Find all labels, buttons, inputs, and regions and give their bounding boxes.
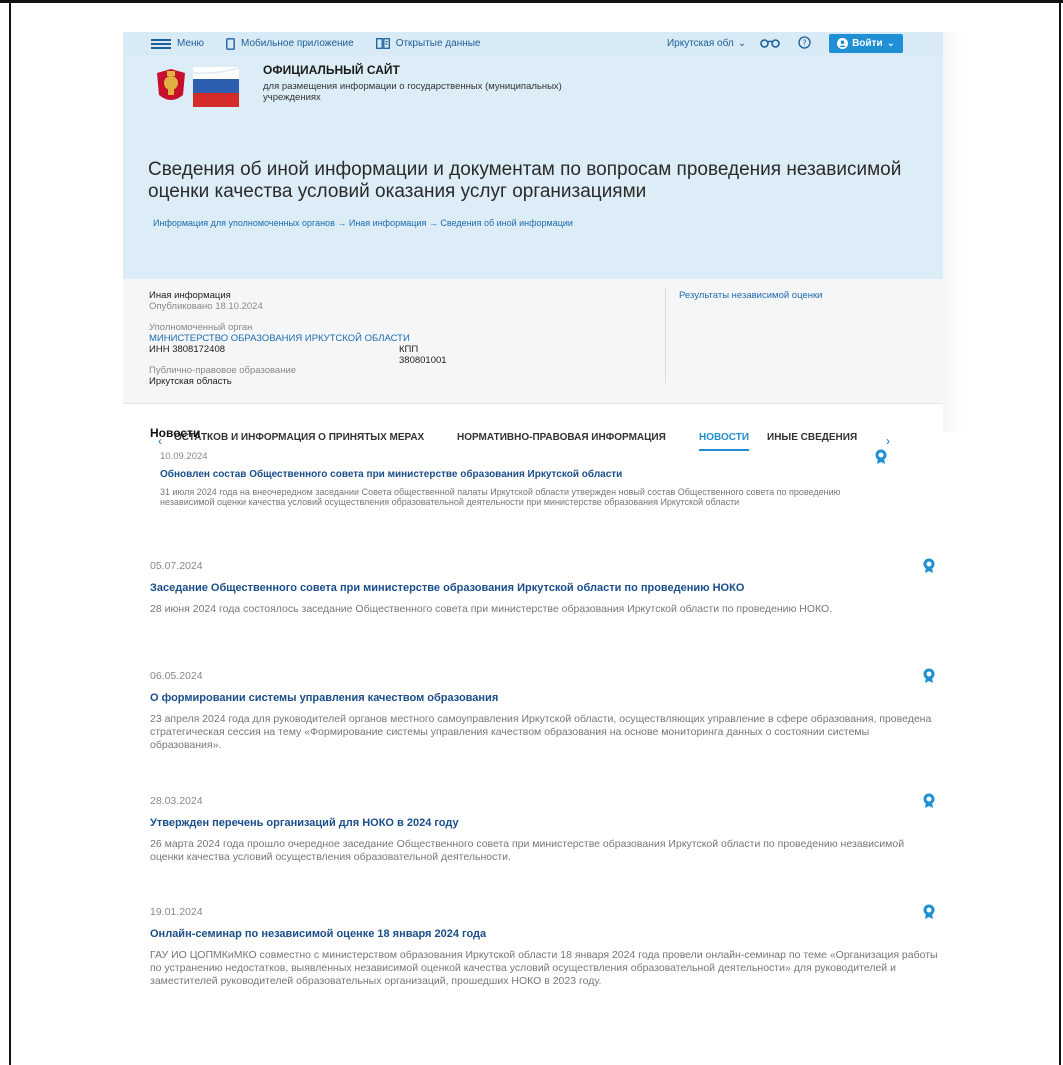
news-text: 28 июня 2024 года состоялось заседание О… (150, 603, 833, 615)
chevron-right-icon[interactable]: › (886, 434, 890, 448)
tab-normative[interactable]: НОРМАТИВНО-ПРАВОВАЯ ИНФОРМАЦИЯ (457, 432, 666, 443)
menu-button[interactable]: Меню (151, 38, 204, 49)
frame-right (1059, 0, 1061, 1065)
news-text: 23 апреля 2024 года для руководителей ор… (150, 713, 932, 751)
news-item: 06.05.2024 О формировании системы управл… (150, 670, 935, 752)
news-title-link[interactable]: Обновлен состав Общественного совета при… (160, 469, 895, 480)
kpp-value: КПП 380801001 (399, 344, 447, 366)
hamburger-icon (151, 38, 171, 49)
open-data-icon (375, 38, 390, 49)
site-subtitle: для размещения информации о государствен… (263, 81, 562, 103)
top-nav: Меню Мобильное приложение Открытые данны… (123, 32, 943, 55)
news-title-link[interactable]: О формировании системы управления качест… (150, 692, 935, 704)
news-item: 10.09.2024 Обновлен состав Общественного… (160, 451, 895, 537)
login-label: Войти (852, 38, 883, 49)
chevron-down-icon: ⌄ (737, 38, 747, 49)
region-selector[interactable]: Иркутская обл ⌄ (667, 38, 746, 49)
news-title-link[interactable]: Онлайн-семинар по независимой оценке 18 … (150, 928, 940, 940)
frame-top (0, 0, 1063, 3)
authority-label: Уполномоченный орган (149, 322, 253, 333)
page: Меню Мобильное приложение Открытые данны… (123, 32, 943, 482)
region-label: Иркутская обл (666, 38, 734, 49)
entity-label: Публично-правовое образование (149, 365, 297, 376)
results-link[interactable]: Результаты независимой оценки (679, 290, 822, 301)
news-text: 26 марта 2024 года прошло очередное засе… (150, 838, 905, 863)
award-badge-icon (923, 904, 935, 919)
site-title: ОФИЦИАЛЬНЫЙ САЙТ (263, 63, 400, 77)
authority-name-link[interactable]: МИНИСТЕРСТВО ОБРАЗОВАНИЯ ИРКУТСКОЙ ОБЛАС… (149, 333, 410, 344)
chevron-down-icon: ⌄ (886, 38, 895, 49)
coat-of-arms-flag-logo (149, 65, 239, 109)
news-date: 05.07.2024 (150, 560, 203, 572)
award-badge-icon (875, 449, 887, 464)
tab-shortcomings[interactable]: ОСТАТКОВ И ИНФОРМАЦИЯ О ПРИНЯТЫХ МЕРАХ (174, 432, 424, 443)
news-item: 05.07.2024 Заседание Общественного совет… (150, 560, 925, 616)
award-badge-icon (923, 668, 935, 683)
news-date: 10.09.2024 (160, 451, 208, 462)
news-item: 19.01.2024 Онлайн-семинар по независимой… (150, 906, 940, 988)
news-date: 06.05.2024 (150, 670, 203, 682)
inn-value: ИНН 3808172408 (149, 344, 226, 355)
info-panel: Иная информация Опубликовано 18.10.2024 … (123, 279, 943, 404)
breadcrumb[interactable]: Информация для уполномоченных органов → … (153, 218, 573, 228)
menu-label: Меню (177, 38, 205, 49)
news-section-title: Новости (150, 426, 201, 440)
news-title-link[interactable]: Заседание Общественного совета при минис… (150, 582, 925, 594)
award-badge-icon (923, 558, 935, 573)
accessibility-glasses-icon[interactable] (760, 36, 780, 51)
info-published: Опубликовано 18.10.2024 (149, 301, 263, 312)
news-text: ГАУ ИО ЦОПМКиМКО совместно с министерств… (150, 949, 938, 987)
header: ОФИЦИАЛЬНЫЙ САЙТ для размещения информац… (123, 55, 943, 279)
tab-other[interactable]: ИНЫЕ СВЕДЕНИЯ (767, 432, 857, 443)
news-text: 31 июля 2024 года на внеочередном заседа… (160, 487, 841, 507)
news-item: 28.03.2024 Утвержден перечень организаци… (150, 795, 925, 864)
tab-news[interactable]: НОВОСТИ (699, 432, 750, 451)
entity-value: Иркутская область (149, 376, 232, 387)
phone-icon (226, 37, 235, 50)
login-button[interactable]: Войти ⌄ (829, 34, 903, 53)
news-date: 28.03.2024 (150, 795, 203, 807)
info-type: Иная информация (149, 290, 231, 301)
news-date: 19.01.2024 (150, 906, 203, 918)
page-shadow (943, 32, 963, 432)
frame-left (9, 0, 11, 1065)
award-badge-icon (923, 793, 935, 808)
info-left: Иная информация Опубликовано 18.10.2024 … (149, 290, 447, 387)
svg-text:?: ? (802, 38, 806, 47)
user-icon (837, 38, 849, 49)
open-data-link[interactable]: Открытые данные (375, 38, 481, 49)
mobile-app-label: Мобильное приложение (241, 38, 354, 49)
help-icon[interactable]: ? (798, 35, 811, 52)
open-data-label: Открытые данные (395, 38, 481, 49)
info-divider (665, 287, 666, 383)
news-title-link[interactable]: Утвержден перечень организаций для НОКО … (150, 817, 925, 829)
page-title: Сведения об иной информации и документам… (148, 159, 902, 202)
mobile-app-link[interactable]: Мобильное приложение (226, 37, 354, 50)
